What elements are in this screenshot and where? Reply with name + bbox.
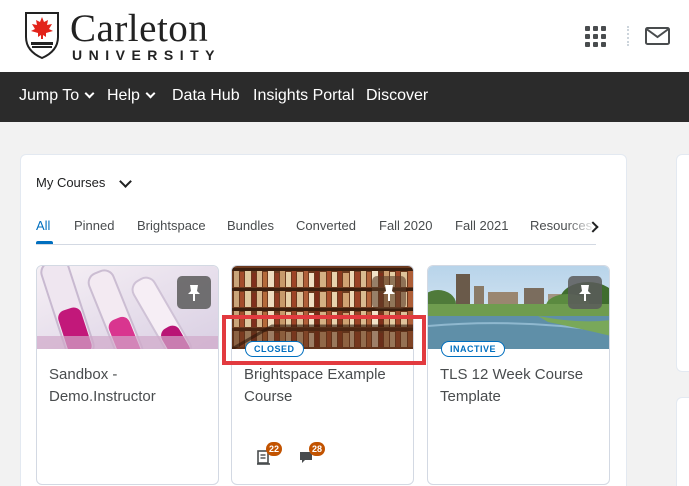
course-tabs: All Pinned Brightspace Bundles Converted… [36, 218, 596, 245]
waffle-grid-icon[interactable] [585, 26, 609, 50]
course-title: TLS 12 Week Course Template [440, 366, 584, 405]
notification-count: 22 [266, 442, 283, 456]
tab-pinned[interactable]: Pinned [74, 218, 114, 233]
tab-fall-2021[interactable]: Fall 2021 [455, 218, 508, 233]
course-card-sandbox[interactable]: Sandbox - Demo.Instructor [36, 265, 219, 485]
chevron-down-icon[interactable] [119, 175, 132, 188]
envelope-icon[interactable] [645, 27, 670, 45]
top-header: Carleton UNIVERSITY [0, 0, 689, 72]
chevron-down-icon [84, 88, 95, 99]
tab-all[interactable]: All [36, 218, 50, 233]
side-widget [676, 154, 689, 372]
pin-icon [383, 285, 395, 301]
my-courses-widget: My Courses All Pinned Brightspace Bundle… [20, 154, 627, 486]
carleton-logo[interactable]: Carleton UNIVERSITY [22, 7, 222, 63]
nav-jump-to[interactable]: Jump To [19, 87, 95, 105]
logo-subtitle: UNIVERSITY [72, 47, 222, 63]
status-badge-inactive: INACTIVE [441, 341, 506, 357]
nav-label: Jump To [19, 87, 80, 104]
pin-icon [579, 285, 591, 301]
course-image-library [232, 266, 413, 349]
assignment-notification[interactable]: 22 [256, 442, 283, 473]
course-title: Brightspace Example Course [244, 366, 386, 405]
notification-count: 28 [309, 442, 326, 456]
tab-bundles[interactable]: Bundles [227, 218, 274, 233]
pin-button[interactable] [177, 276, 211, 309]
pin-icon [188, 285, 200, 301]
discussion-notification[interactable]: 28 [299, 442, 326, 473]
active-tab-indicator [36, 241, 53, 244]
nav-data-hub[interactable]: Data Hub [172, 87, 240, 105]
logo-name: Carleton [70, 7, 209, 50]
course-image-test-tubes [37, 266, 218, 349]
pin-button[interactable] [372, 276, 406, 309]
tab-converted[interactable]: Converted [296, 218, 356, 233]
nav-insights-portal[interactable]: Insights Portal [253, 87, 354, 105]
status-badge-closed: CLOSED [245, 341, 304, 357]
main-navbar: Jump To Help Data Hub Insights Portal Di… [0, 72, 689, 122]
side-widget [676, 397, 689, 486]
chevron-down-icon [145, 88, 156, 99]
tab-fall-2020[interactable]: Fall 2020 [379, 218, 432, 233]
pin-button[interactable] [568, 276, 602, 309]
header-separator [627, 26, 629, 46]
course-image-campus [428, 266, 609, 349]
nav-help[interactable]: Help [107, 87, 156, 105]
course-title: Sandbox - Demo.Instructor [49, 366, 156, 405]
tab-brightspace[interactable]: Brightspace [137, 218, 206, 233]
course-card-tls-12-week[interactable]: INACTIVE TLS 12 Week Course Template [427, 265, 610, 485]
tab-label: All [36, 218, 51, 233]
crest-icon [25, 12, 59, 59]
widget-title[interactable]: My Courses [36, 175, 105, 190]
nav-label: Help [107, 87, 140, 104]
nav-discover[interactable]: Discover [366, 87, 428, 105]
course-card-brightspace-example[interactable]: CLOSED Brightspace Example Course 22 28 [231, 265, 414, 485]
